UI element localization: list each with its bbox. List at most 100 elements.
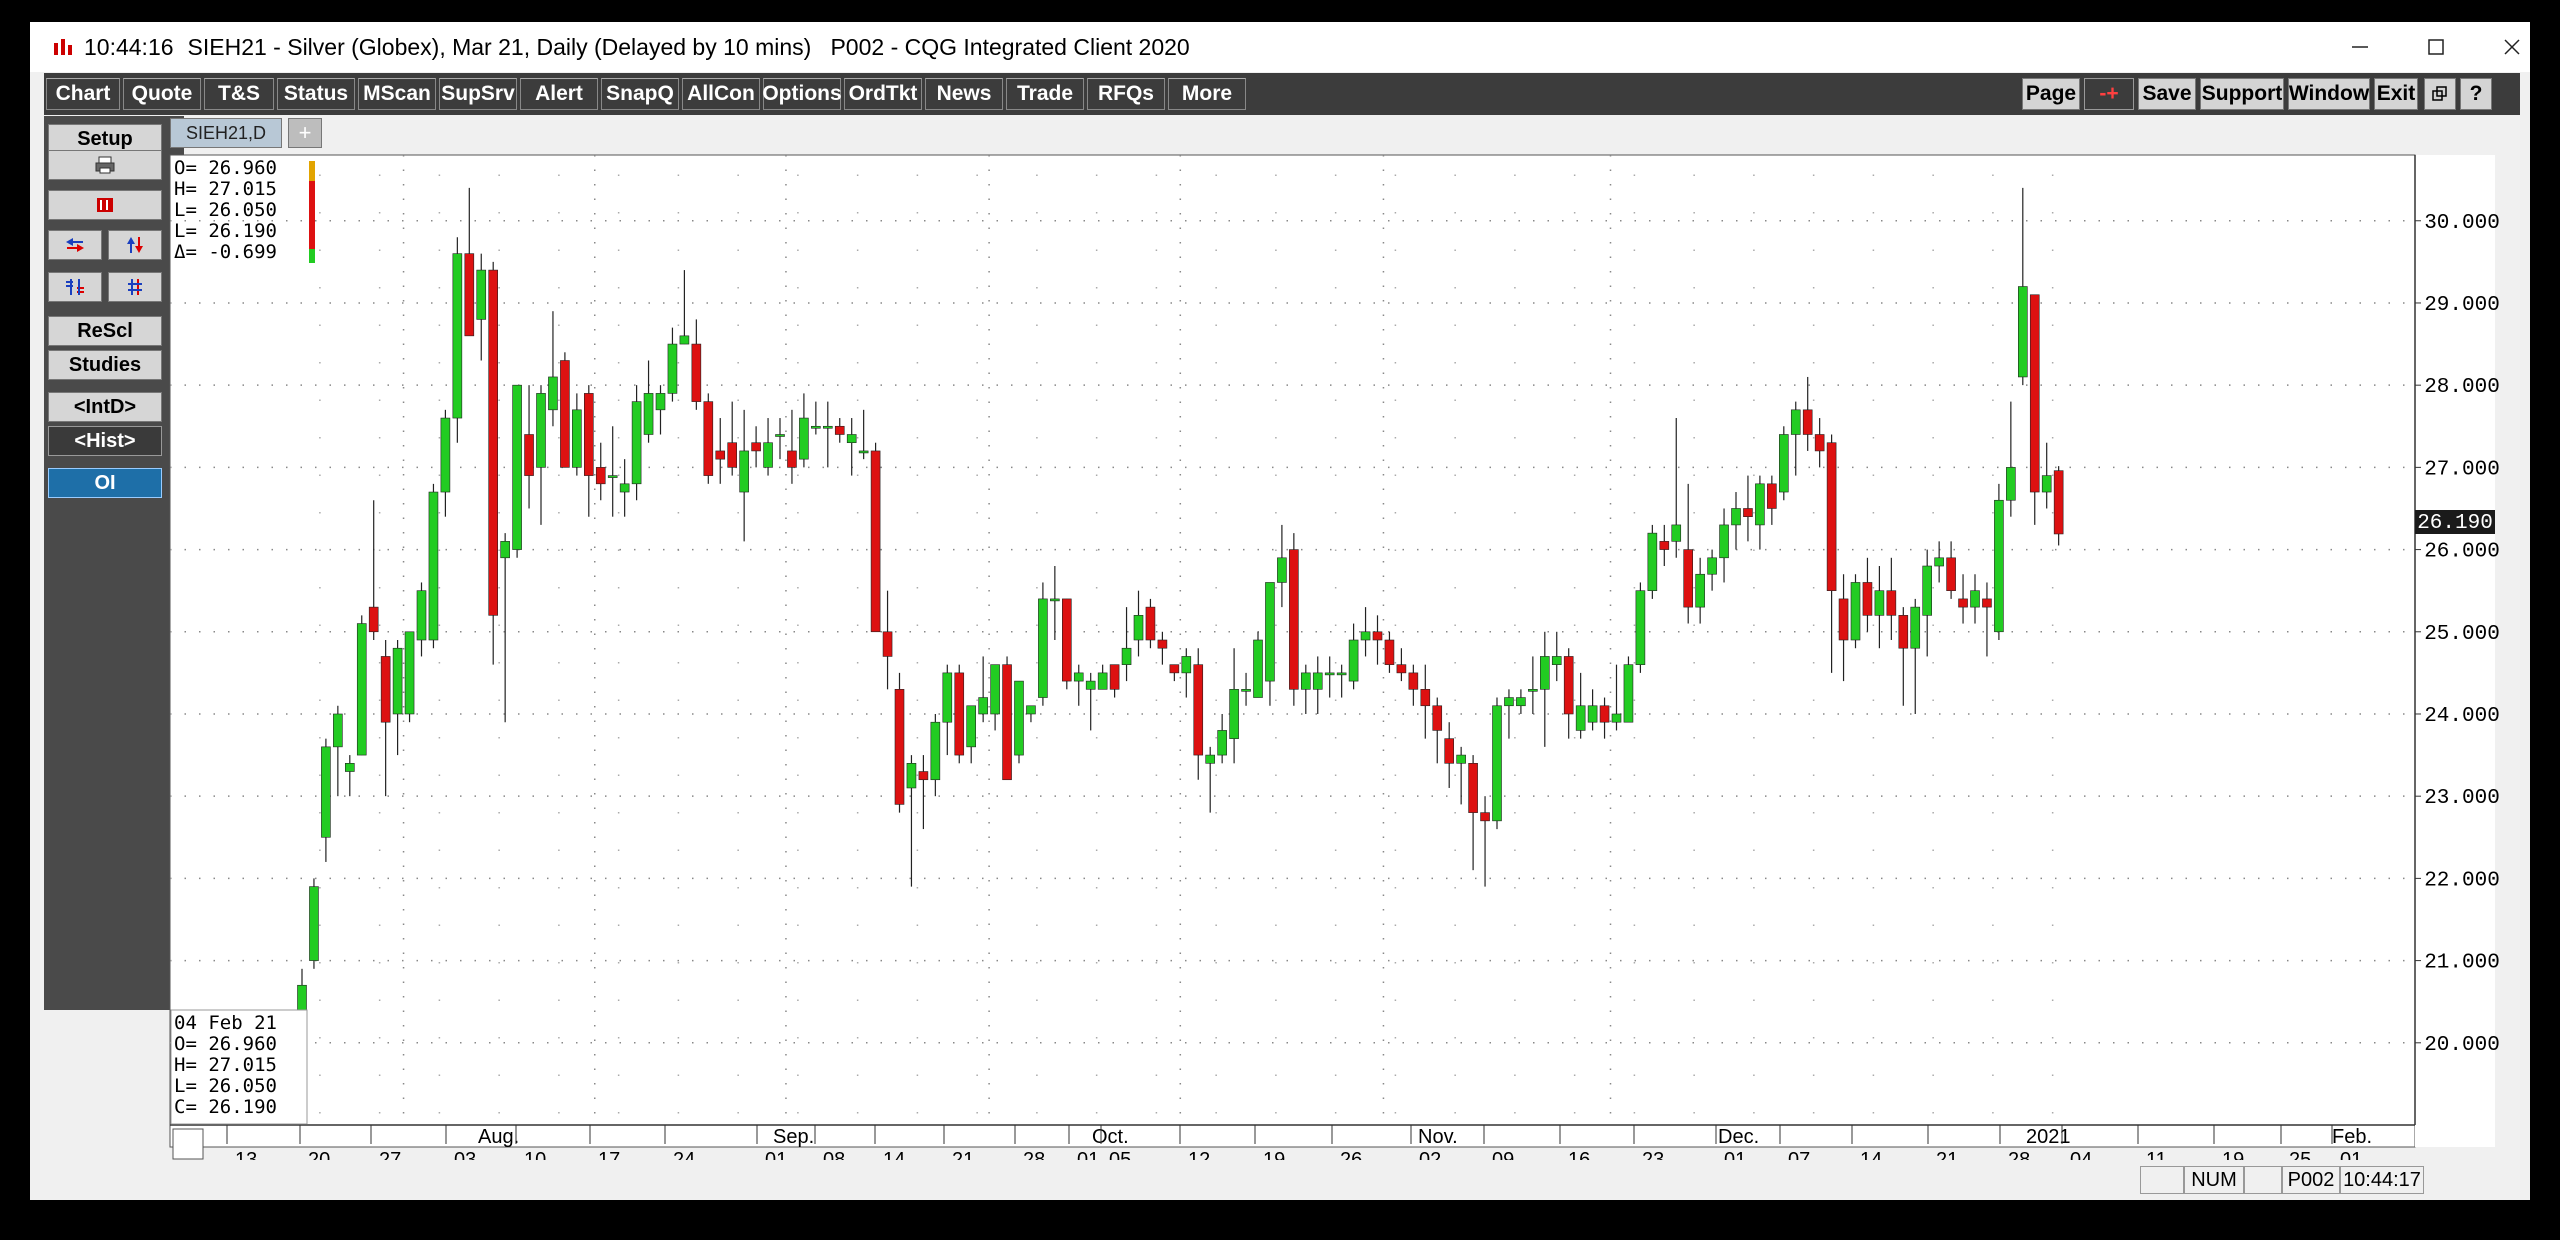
candle-body — [1779, 434, 1789, 493]
candle-body — [1707, 557, 1717, 575]
candle-body — [1014, 680, 1024, 756]
month-label: Sep. — [773, 1126, 814, 1148]
candle-body — [1635, 590, 1646, 665]
candle-body — [1814, 434, 1825, 452]
candle-body — [930, 721, 941, 781]
candle-body — [1277, 557, 1287, 583]
candle-body — [1790, 409, 1801, 435]
candle-body — [1456, 754, 1466, 764]
candle-body — [1994, 499, 2004, 633]
time-axis-corner-box[interactable] — [172, 1128, 204, 1160]
y-tick-label: 25.000 — [2424, 623, 2500, 646]
candle-body — [1324, 672, 1335, 676]
candle-body — [560, 360, 570, 468]
bottom-open-value: O= 26.960 — [174, 1033, 277, 1055]
candle-body — [1886, 590, 1897, 616]
candle-body — [727, 442, 738, 468]
y-tick-label: 29.000 — [2424, 294, 2500, 317]
candle-body — [583, 393, 594, 476]
top-info-open-marker — [309, 161, 315, 181]
candle-body — [1241, 689, 1251, 692]
candle-body — [1671, 524, 1682, 542]
candle-body — [667, 343, 678, 394]
candle-body — [1205, 754, 1215, 764]
candle-body — [595, 467, 606, 485]
candle-body — [1396, 664, 1407, 674]
candle-body — [1360, 631, 1371, 641]
price-chart[interactable]: 20.000 21.000 22.000 23.000 24.000 25.000 26.0… — [30, 22, 2530, 1200]
candle-body — [990, 664, 1000, 715]
candle-body — [751, 442, 761, 452]
candle-body — [1050, 598, 1060, 602]
candle-body — [799, 417, 809, 460]
candle-body — [811, 425, 821, 429]
y-tick-label: 28.000 — [2424, 376, 2500, 399]
candle-body — [1767, 483, 1777, 509]
candle-body — [1157, 639, 1168, 649]
status-page: P002 — [2282, 1166, 2340, 1194]
candle-body — [2006, 467, 2016, 501]
candle-body — [1193, 664, 1204, 756]
candle-body — [1540, 656, 1550, 690]
candle-body — [1468, 763, 1478, 813]
bottom-info-box: 04 Feb 21 O= 26.960 H= 27.015 L= 26.050 … — [170, 1009, 308, 1125]
candle-body — [1623, 664, 1634, 723]
candle-body — [1062, 598, 1072, 682]
candle-body — [1838, 598, 1849, 641]
top-change-value: Δ= -0.699 — [174, 241, 277, 263]
candle-body — [1898, 615, 1909, 649]
candle-body — [691, 343, 702, 402]
candle-body — [631, 401, 642, 485]
top-low-value: L= 26.050 — [174, 199, 277, 221]
candle-body — [846, 434, 857, 444]
candle-body — [643, 393, 654, 435]
candle-body — [1695, 573, 1705, 608]
candle-body — [476, 269, 487, 320]
candle-body — [1731, 508, 1741, 526]
month-label: Feb. — [2332, 1126, 2372, 1148]
candle-body — [1563, 656, 1574, 715]
candle-body — [870, 450, 881, 633]
candle-body — [1169, 664, 1180, 674]
candle-body — [1516, 697, 1526, 707]
candle-body — [1802, 409, 1813, 435]
candle-body — [1348, 639, 1359, 682]
candle-body — [1587, 705, 1598, 723]
candle-body — [715, 450, 726, 460]
candle-body — [775, 434, 785, 437]
candle-body — [1492, 705, 1502, 822]
candle-body — [739, 450, 749, 493]
candle-body — [906, 763, 917, 789]
candle-body — [1528, 689, 1538, 692]
y-tick-label: 20.000 — [2424, 1034, 2500, 1057]
candle-body — [1097, 672, 1108, 690]
y-tick-label: 24.000 — [2424, 705, 2500, 728]
candle-body — [1085, 680, 1096, 690]
candle-body — [1958, 598, 1968, 608]
candle-body — [1002, 664, 1012, 781]
candle-body — [1038, 598, 1048, 698]
candle-body — [834, 425, 845, 435]
candle-body — [2041, 475, 2052, 493]
top-info-range-bar — [309, 181, 315, 249]
candle-body — [1826, 442, 1837, 591]
candle-body — [356, 623, 367, 756]
candle-body — [1073, 672, 1084, 682]
bottom-low-value: L= 26.050 — [174, 1075, 277, 1097]
candle-body — [548, 376, 558, 411]
candle-body — [822, 425, 833, 429]
candle-body — [1372, 631, 1383, 641]
candle-body — [1384, 639, 1395, 665]
candle-body — [1982, 598, 1992, 608]
top-open-value: O= 26.960 — [174, 157, 277, 179]
candle-body — [1599, 705, 1610, 723]
candle-body — [787, 450, 797, 468]
candle-body — [321, 746, 331, 838]
top-high-value: H= 27.015 — [174, 178, 277, 200]
candle-body — [1970, 590, 1980, 608]
candle-body — [309, 886, 319, 961]
candle-body — [1611, 713, 1622, 723]
y-tick-label: 26.000 — [2424, 541, 2500, 564]
candle-body — [1922, 565, 1932, 616]
last-price-label: 26.190 — [2417, 512, 2493, 535]
